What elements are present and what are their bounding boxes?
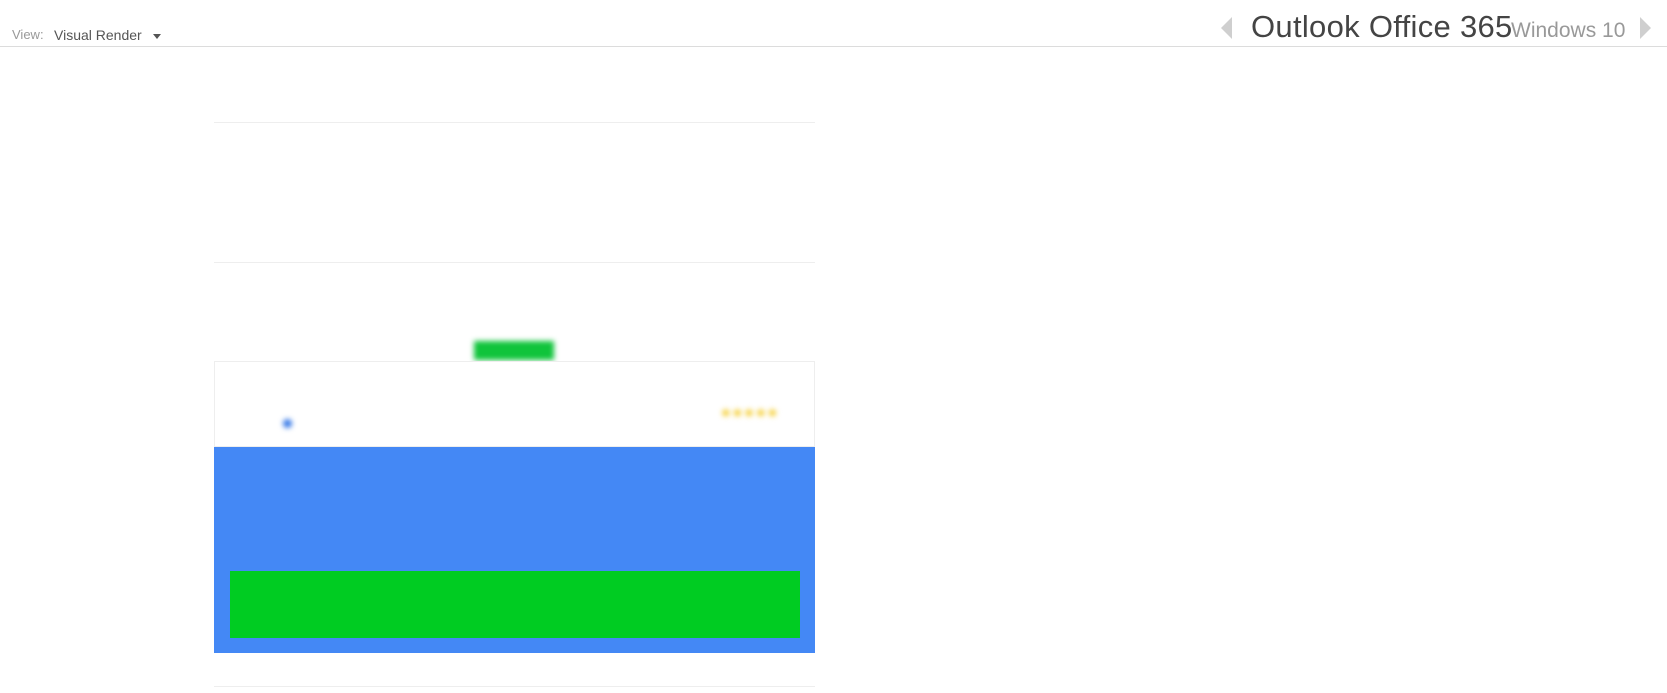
chevron-down-icon[interactable] (153, 34, 161, 39)
divider (214, 122, 815, 123)
view-label: View: (12, 27, 44, 42)
cta-button[interactable] (230, 571, 800, 638)
next-client-arrow-icon[interactable] (1640, 17, 1651, 39)
divider (214, 686, 815, 687)
star-rating-icon: ★★★★★ (720, 405, 779, 420)
email-render-preview: ★★★★★ (214, 48, 815, 693)
divider (214, 262, 815, 263)
view-mode-select[interactable]: Visual Render (54, 27, 142, 43)
email-client-name: Outlook Office 365 (1251, 9, 1513, 44)
offer-card-header: ★★★★★ (214, 361, 815, 447)
previous-client-arrow-icon[interactable] (1221, 17, 1232, 39)
offer-details-panel (214, 447, 815, 653)
operating-system-name: Windows 10 (1511, 19, 1626, 42)
preview-toolbar: View: Visual Render Outlook Office 365 W… (0, 0, 1667, 47)
brand-dot-icon (283, 419, 292, 428)
promo-badge (474, 341, 554, 360)
